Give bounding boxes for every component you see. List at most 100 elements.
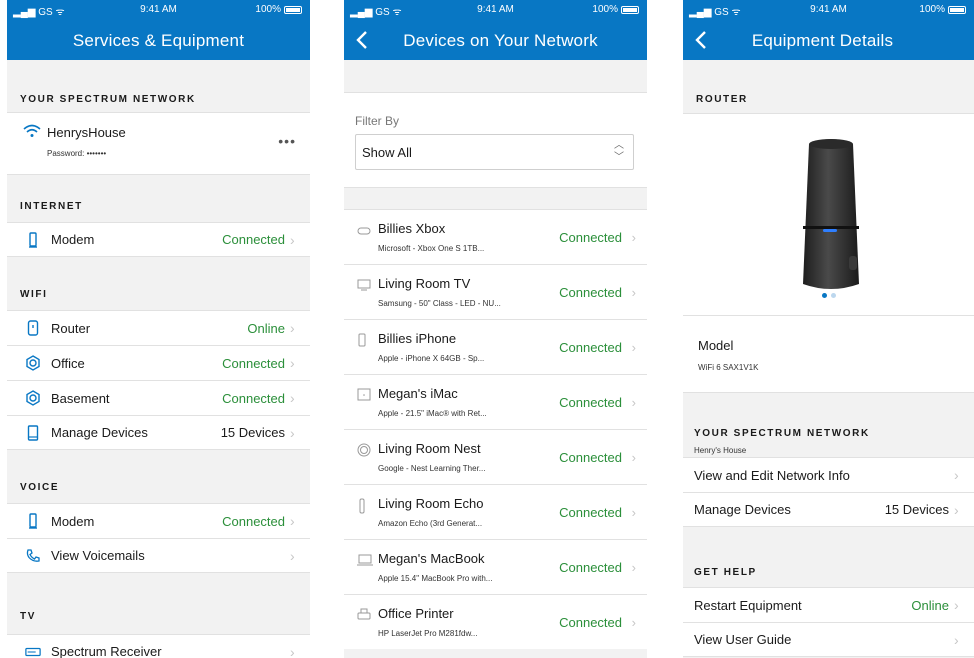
- status-text: Online: [247, 320, 285, 336]
- devices-screen: ▂▄▆ GS ᯤ 9:41 AM 100% Devices on Your Ne…: [344, 0, 647, 658]
- chevron-right-icon: ›: [290, 513, 295, 529]
- carousel-dot[interactable]: [830, 293, 836, 298]
- more-options-icon[interactable]: •••: [278, 133, 296, 149]
- extender-icon: [25, 355, 41, 371]
- chevron-right-icon: ›: [631, 340, 636, 355]
- section-header-internet: INTERNET: [7, 175, 310, 222]
- device-status: Connected: [559, 340, 622, 355]
- device-name: Living Room TV: [378, 276, 471, 291]
- row-view-voicemails[interactable]: View Voicemails ›: [7, 538, 310, 573]
- status-bar: ▂▄▆ GS ᯤ 9:41 AM 100%: [7, 0, 310, 20]
- chevron-right-icon: ›: [631, 450, 636, 465]
- device-row-living-room-nest[interactable]: Living Room Nest Google - Nest Learning T…: [344, 429, 647, 484]
- device-row-living-room-tv[interactable]: Living Room TV Samsung - 50" Class - LED …: [344, 264, 647, 319]
- network-name: HenrysHouse: [47, 125, 126, 140]
- device-row-living-room-echo[interactable]: Living Room Echo Amazon Echo (3rd Generat…: [344, 484, 647, 539]
- receiver-icon: [25, 644, 41, 658]
- carousel-dots[interactable]: [683, 285, 974, 303]
- device-status: Connected: [559, 285, 622, 300]
- row-view-and-edit-network-info[interactable]: View and Edit Network Info ›: [683, 457, 974, 492]
- device-status: Connected: [559, 615, 622, 630]
- battery-percent: 100%: [255, 4, 281, 15]
- battery-icon: [948, 5, 966, 14]
- model-card: Model WiFi 6 SAX1V1K: [683, 315, 974, 393]
- page-title: Equipment Details: [751, 31, 894, 50]
- nav-bar: Devices on Your Network: [344, 20, 647, 60]
- model-value: WiFi 6 SAX1V1K: [698, 363, 759, 372]
- chevron-right-icon: ›: [631, 505, 636, 520]
- status-bar: ▂▄▆ GS ᯤ 9:41 AM 100%: [683, 0, 974, 20]
- device-status: Connected: [559, 450, 622, 465]
- internet-list: Modem Connected ›: [7, 222, 310, 257]
- carousel-dot-active[interactable]: [821, 293, 827, 298]
- extender-icon: [25, 390, 41, 406]
- device-status: Connected: [559, 505, 622, 520]
- page-title: Services & Equipment: [72, 31, 245, 50]
- equipment-details-screen: ▂▄▆ GS ᯤ 9:41 AM 100% Equipment Details …: [683, 0, 974, 658]
- section-header-network: YOUR SPECTRUM NETWORK: [694, 428, 870, 439]
- row-manage-devices[interactable]: Manage Devices 15 Devices ›: [7, 415, 310, 450]
- tv-icon: [357, 278, 371, 291]
- chevron-right-icon: ›: [954, 467, 959, 483]
- device-description: HP LaserJet Pro M281fdw...: [378, 629, 478, 638]
- nav-bar: Equipment Details: [683, 20, 974, 60]
- row-spectrum-receiver[interactable]: Spectrum Receiver ›: [7, 634, 310, 658]
- row-manage-devices[interactable]: Manage Devices 15 Devices ›: [683, 492, 974, 527]
- device-list: Billies Xbox Microsoft - Xbox One S 1TB..…: [344, 209, 647, 649]
- section-header-network: YOUR SPECTRUM NETWORK: [7, 60, 310, 112]
- device-status: Connected: [559, 395, 622, 410]
- battery-percent: 100%: [919, 4, 945, 15]
- status-text: 15 Devices: [884, 502, 949, 517]
- device-name: Billies iPhone: [378, 331, 457, 346]
- chevron-right-icon: ›: [290, 547, 295, 564]
- status-text: 15 Devices: [220, 425, 285, 440]
- filter-select[interactable]: Show All ︿ ﹀: [355, 134, 634, 170]
- row-label: View and Edit Network Info: [694, 467, 850, 483]
- device-description: Samsung - 50" Class - LED - NU...: [378, 299, 501, 308]
- network-name: Henry's House: [694, 446, 747, 455]
- device-description: Apple - 21.5" iMac® with Ret...: [378, 409, 487, 418]
- row-modem[interactable]: Modem Connected ›: [7, 222, 310, 257]
- device-name: Megan's iMac: [378, 386, 458, 401]
- device-row-megan-s-macbook[interactable]: Megan's MacBook Apple 15.4" MacBook Pro w…: [344, 539, 647, 594]
- filter-section: Filter By Show All ︿ ﹀: [344, 92, 647, 188]
- row-router[interactable]: Router Online ›: [7, 310, 310, 345]
- device-row-billies-xbox[interactable]: Billies Xbox Microsoft - Xbox One S 1TB..…: [344, 209, 647, 264]
- row-basement[interactable]: Basement Connected ›: [7, 380, 310, 415]
- status-text: Connected: [222, 232, 285, 247]
- device-name: Living Room Nest: [378, 441, 481, 456]
- model-label: Model: [698, 338, 734, 353]
- battery-icon: [621, 5, 639, 14]
- chevron-right-icon: ›: [954, 631, 959, 648]
- modem-icon: [25, 513, 41, 529]
- row-office[interactable]: Office Connected ›: [7, 345, 310, 380]
- device-row-office-printer[interactable]: Office Printer HP LaserJet Pro M281fdw...…: [344, 594, 647, 649]
- row-label: Office: [51, 355, 85, 371]
- device-row-megan-s-imac[interactable]: Megan's iMac Apple - 21.5" iMac® with Ret…: [344, 374, 647, 429]
- gamepad-icon: [357, 223, 371, 235]
- row-view-user-guide[interactable]: View User Guide ›: [683, 622, 974, 657]
- network-password: Password: •••••••: [47, 149, 107, 158]
- network-header: YOUR SPECTRUM NETWORK Henry's House: [683, 393, 974, 457]
- desktop-icon: [357, 388, 371, 401]
- network-card[interactable]: HenrysHouse Password: ••••••• •••: [7, 112, 310, 175]
- laptop-icon: [357, 553, 373, 566]
- status-text: Connected: [222, 390, 285, 406]
- row-label: View User Guide: [694, 632, 792, 647]
- wifi-list: Router Online › Office Connected › Basement Con…: [7, 310, 310, 450]
- row-modem[interactable]: Modem Connected ›: [7, 503, 310, 538]
- row-label: Manage Devices: [51, 425, 148, 440]
- row-restart-equipment[interactable]: Restart Equipment Online ›: [683, 587, 974, 622]
- chevron-right-icon: ›: [290, 320, 295, 336]
- device-row-billies-iphone[interactable]: Billies iPhone Apple - iPhone X 64GB - Sp…: [344, 319, 647, 374]
- device-name: Megan's MacBook: [378, 551, 485, 566]
- chevron-right-icon: ›: [631, 230, 636, 245]
- status-text: Connected: [222, 355, 285, 371]
- phone-icon: [25, 548, 41, 564]
- router-image-carousel[interactable]: [683, 113, 974, 315]
- router-icon: [25, 320, 41, 336]
- device-description: Google - Nest Learning Ther...: [378, 464, 486, 473]
- row-label: Basement: [51, 390, 110, 406]
- smartphone-icon: [357, 333, 371, 347]
- page-title: Devices on Your Network: [403, 31, 598, 50]
